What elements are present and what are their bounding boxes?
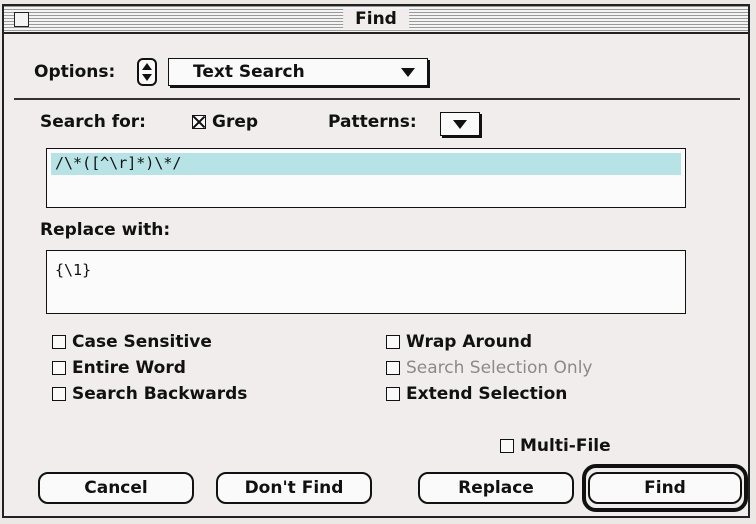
- replace-with-label: Replace with:: [40, 220, 171, 240]
- dont-find-button[interactable]: Don't Find: [216, 472, 372, 504]
- options-label: Options:: [34, 62, 116, 82]
- search-selection-only-checkbox: Search Selection Only: [386, 358, 593, 378]
- wrap-around-label: Wrap Around: [406, 332, 532, 352]
- options-popup-value: Text Search: [193, 62, 305, 82]
- find-dialog: Find Options: Text Search Search for: Gr…: [2, 4, 750, 518]
- window-title: Find: [343, 9, 409, 29]
- checkbox-checked-icon: [192, 115, 206, 129]
- entire-word-checkbox[interactable]: Entire Word: [52, 358, 186, 378]
- cancel-button[interactable]: Cancel: [38, 472, 194, 504]
- checkbox-icon: [500, 439, 514, 453]
- multi-file-label: Multi-File: [520, 436, 611, 456]
- checkbox-icon: [52, 361, 66, 375]
- search-backwards-checkbox[interactable]: Search Backwards: [52, 384, 247, 404]
- title-bar[interactable]: Find: [4, 6, 748, 34]
- divider: [14, 98, 740, 100]
- search-field-text: /\*([^\r]*)\*/: [55, 154, 182, 172]
- grep-checkbox[interactable]: Grep: [192, 112, 258, 132]
- stepper-arrows-icon[interactable]: [137, 58, 157, 86]
- checkbox-icon: [52, 335, 66, 349]
- replace-field[interactable]: {\1}: [46, 250, 686, 314]
- search-backwards-label: Search Backwards: [72, 384, 248, 404]
- patterns-popup[interactable]: [440, 112, 480, 136]
- replace-field-text: {\1}: [55, 261, 92, 279]
- patterns-label: Patterns:: [328, 112, 417, 132]
- extend-selection-checkbox[interactable]: Extend Selection: [386, 384, 567, 404]
- checkbox-icon: [386, 361, 400, 375]
- search-field[interactable]: /\*([^\r]*)\*/: [46, 148, 686, 208]
- options-popup[interactable]: Text Search: [168, 58, 428, 86]
- case-sensitive-checkbox[interactable]: Case Sensitive: [52, 332, 212, 352]
- search-for-label: Search for:: [40, 112, 146, 132]
- search-selection-only-label: Search Selection Only: [406, 358, 593, 378]
- chevron-down-icon: [453, 120, 467, 129]
- chevron-down-icon: [401, 68, 415, 77]
- checkbox-icon: [386, 387, 400, 401]
- checkbox-icon: [52, 387, 66, 401]
- wrap-around-checkbox[interactable]: Wrap Around: [386, 332, 532, 352]
- entire-word-label: Entire Word: [72, 358, 186, 378]
- grep-label: Grep: [212, 112, 259, 132]
- extend-selection-label: Extend Selection: [406, 384, 568, 404]
- find-button[interactable]: Find: [588, 472, 742, 504]
- close-box[interactable]: [14, 12, 29, 27]
- multi-file-checkbox[interactable]: Multi-File: [500, 436, 611, 456]
- replace-button[interactable]: Replace: [418, 472, 574, 504]
- checkbox-icon: [386, 335, 400, 349]
- case-sensitive-label: Case Sensitive: [72, 332, 212, 352]
